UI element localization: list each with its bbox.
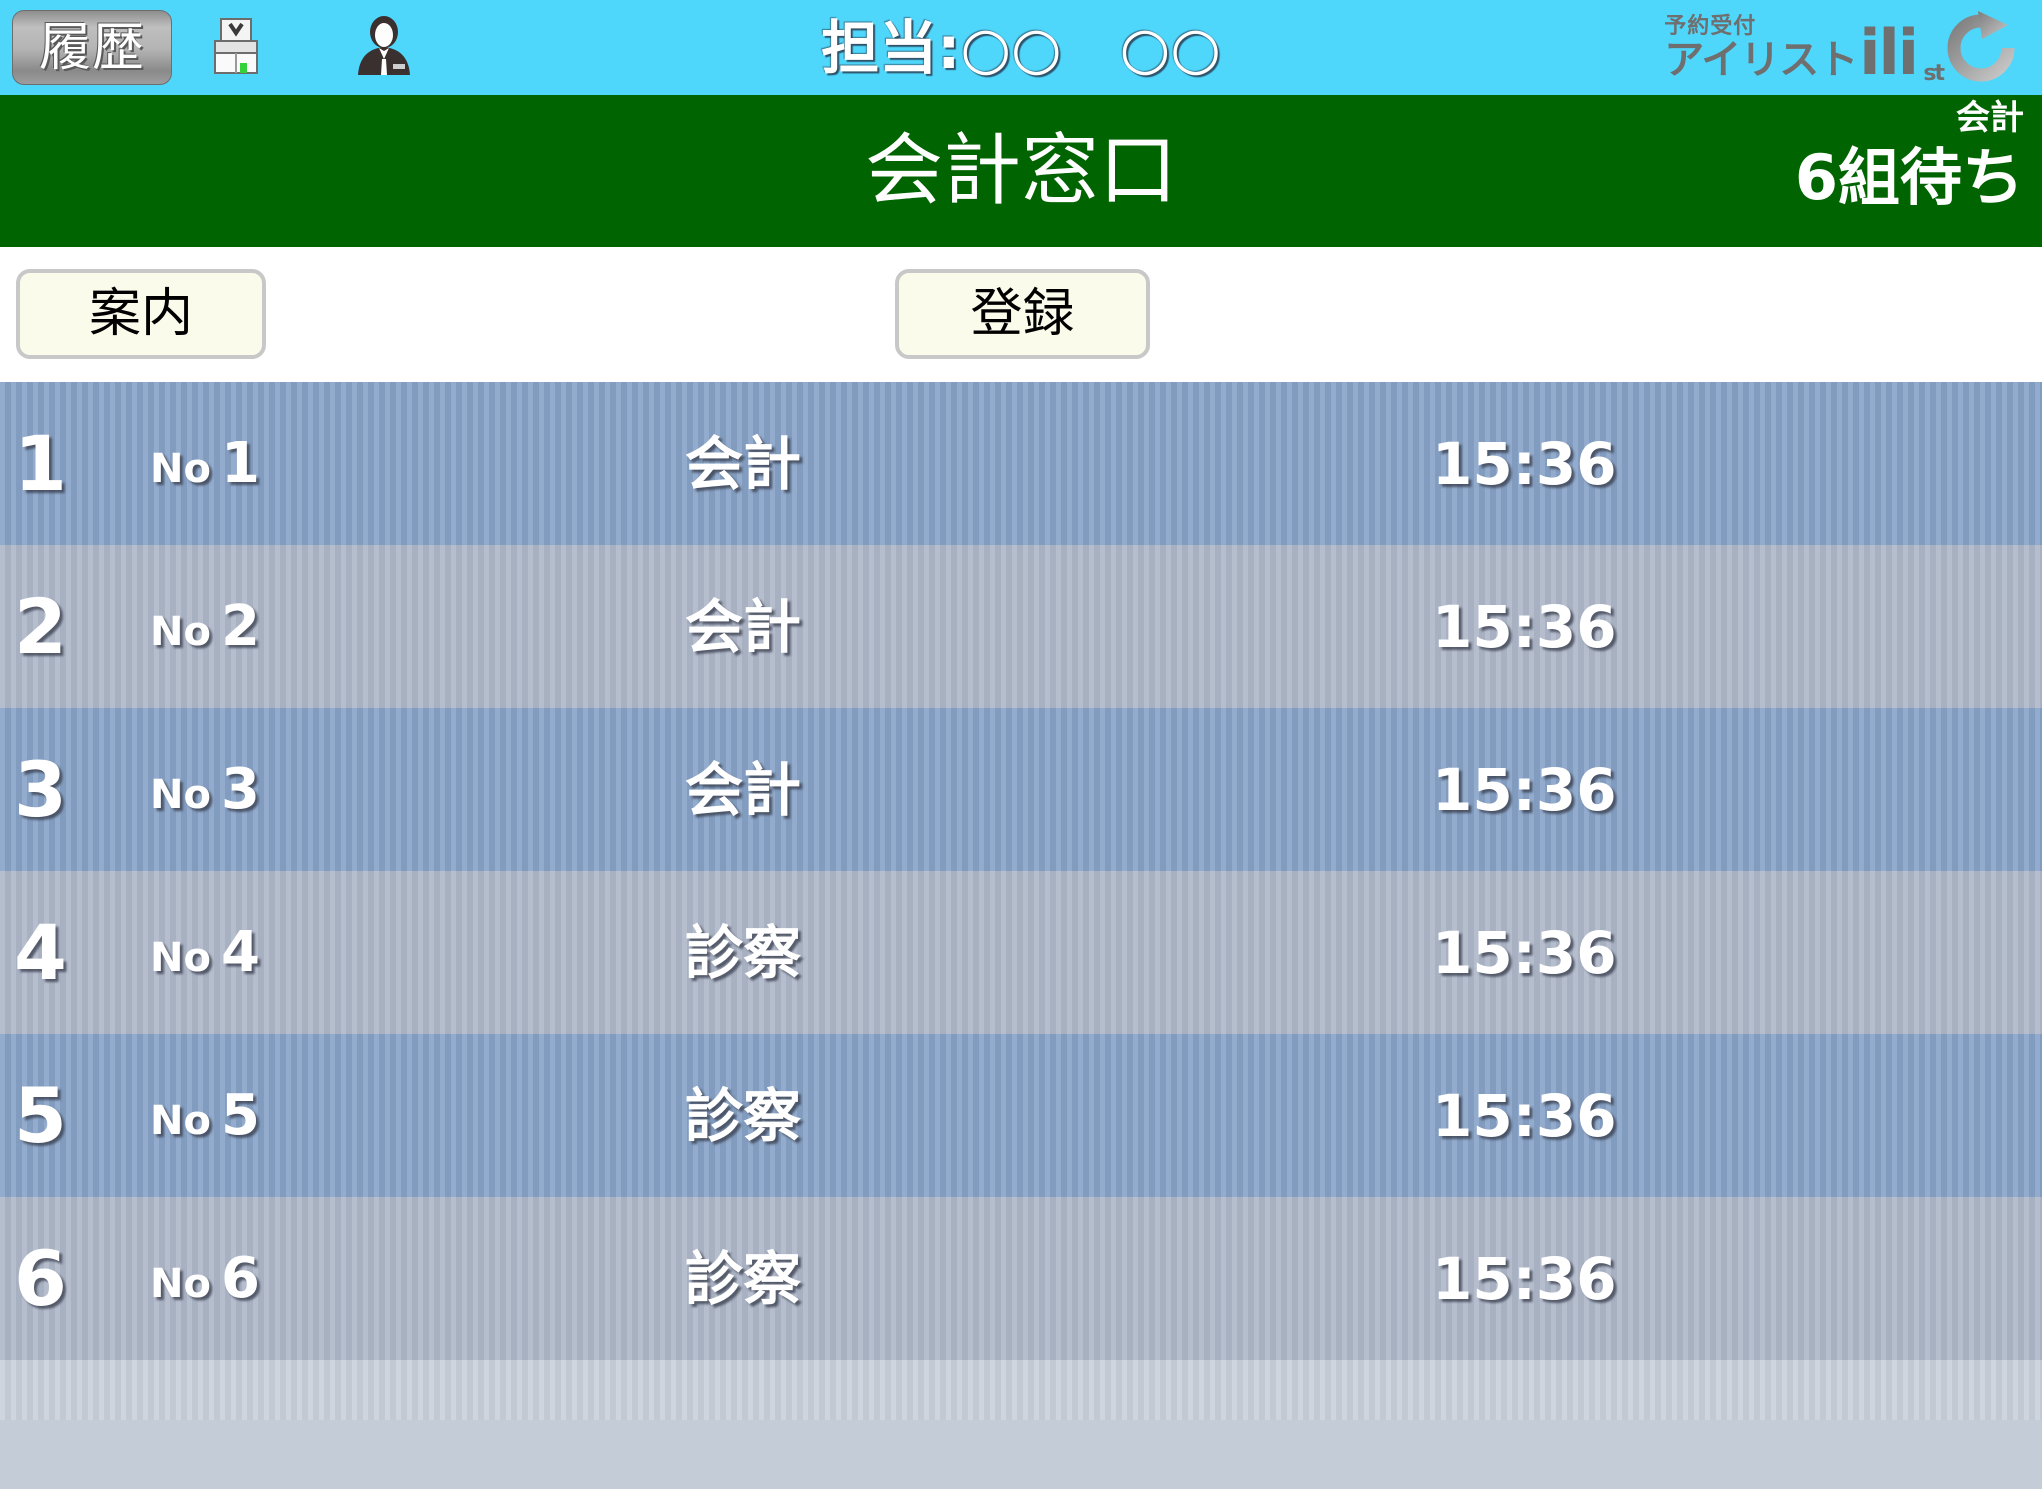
row-ticket-no: No 3 <box>150 761 260 818</box>
row-rank: 1 <box>14 418 67 508</box>
table-row[interactable]: 1 No 1 会計 15:36 <box>0 382 2042 545</box>
row-kind: 会計 <box>685 429 802 498</box>
table-row[interactable]: 6 No 6 診察 15:36 <box>0 1197 2042 1360</box>
queue-list[interactable]: 1 No 1 会計 15:36 2 No 2 会計 15:36 3 No 3 会計 1… <box>0 382 2042 1489</box>
row-kind: 会計 <box>685 592 802 661</box>
waiting-category-label: 会計 <box>1956 98 2024 138</box>
no-value: 5 <box>220 1082 260 1148</box>
brand-logo: 予約受付 アイリスト ili st <box>1664 13 1945 84</box>
page-title: 会計窓口 <box>864 126 1177 216</box>
row-ticket-no: No 4 <box>150 924 260 981</box>
row-ticket-no: No 1 <box>150 435 260 492</box>
no-value: 2 <box>220 593 260 659</box>
row-time: 15:36 <box>1432 1244 1617 1313</box>
row-rank: 3 <box>14 744 67 834</box>
no-value: 3 <box>220 756 260 822</box>
table-row[interactable]: 5 No 5 診察 15:36 <box>0 1034 2042 1197</box>
refresh-icon[interactable] <box>1942 9 2020 87</box>
row-time: 15:36 <box>1432 592 1617 661</box>
table-row[interactable]: 4 No 4 診察 15:36 <box>0 871 2042 1034</box>
row-rank: 6 <box>14 1233 67 1323</box>
no-prefix: No <box>150 771 211 818</box>
top-toolbar: 履歴 担当:○○ ○○ 予約受付 アイリスト ili st <box>0 0 2042 95</box>
brand-mark-text: ili <box>1859 15 1919 89</box>
waiting-count-label: 6組待ち <box>1794 141 2024 214</box>
row-kind: 会計 <box>685 755 802 824</box>
register-button[interactable]: 登録 <box>895 269 1150 359</box>
row-time: 15:36 <box>1432 1081 1617 1150</box>
row-kind: 診察 <box>685 1244 802 1313</box>
row-kind: 診察 <box>685 918 802 987</box>
register-button-label: 登録 <box>970 284 1075 344</box>
table-row[interactable]: 2 No 2 会計 15:36 <box>0 545 2042 708</box>
brand-big-label: アイリスト <box>1664 36 1858 83</box>
row-kind: 診察 <box>685 1081 802 1150</box>
no-prefix: No <box>150 1097 211 1144</box>
no-prefix: No <box>150 445 211 492</box>
row-ticket-no: No 5 <box>150 1087 260 1144</box>
brand-small-label: 予約受付 <box>1664 13 1757 39</box>
row-rank: 4 <box>14 907 67 997</box>
no-value: 6 <box>220 1245 260 1311</box>
page-title-bar: 会計窓口 会計 6組待ち <box>0 95 2042 247</box>
row-time: 15:36 <box>1432 755 1617 824</box>
brand-mark: ili st <box>1859 21 1945 84</box>
no-value: 1 <box>220 430 260 496</box>
row-time: 15:36 <box>1432 918 1617 987</box>
no-prefix: No <box>150 608 211 655</box>
row-ticket-no: No 2 <box>150 598 260 655</box>
table-row[interactable]: 3 No 3 会計 15:36 <box>0 708 2042 871</box>
waiting-summary: 会計 6組待ち <box>1795 101 2024 209</box>
row-ticket-no: No 6 <box>150 1250 260 1307</box>
row-rank: 5 <box>14 1070 67 1160</box>
row-time: 15:36 <box>1432 429 1617 498</box>
table-row-placeholder <box>0 1360 2042 1420</box>
no-prefix: No <box>150 1260 211 1307</box>
no-prefix: No <box>150 934 211 981</box>
no-value: 4 <box>220 919 260 985</box>
row-rank: 2 <box>14 581 67 671</box>
guide-button-label: 案内 <box>88 284 193 344</box>
brand-mark-sub: st <box>1923 60 1945 86</box>
guide-button[interactable]: 案内 <box>16 269 266 359</box>
action-bar: 案内 登録 <box>0 247 2042 382</box>
